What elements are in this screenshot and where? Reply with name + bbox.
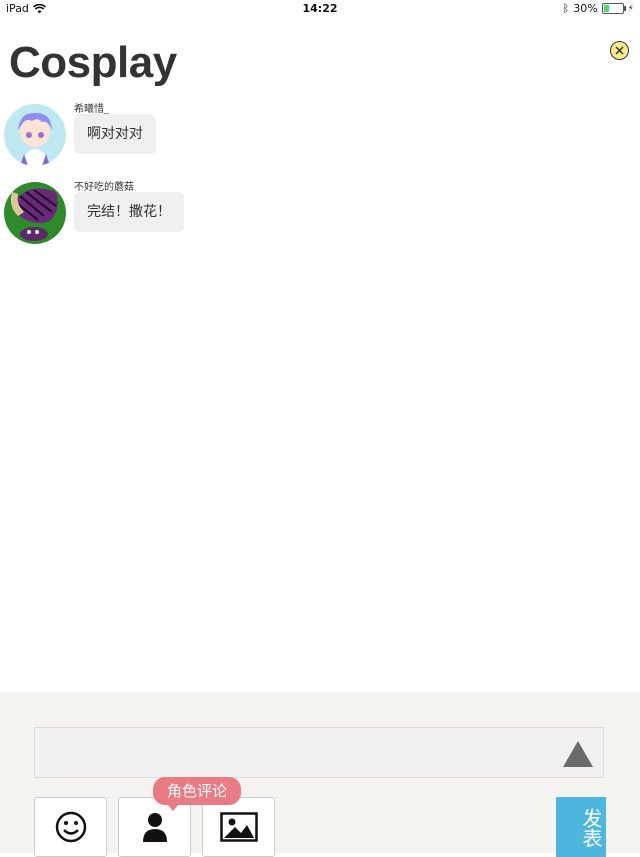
charging-icon: ⚡: [627, 3, 634, 14]
close-icon: [615, 46, 624, 55]
publish-button[interactable]: 发表: [556, 797, 606, 857]
message-bubble[interactable]: 啊对对对: [74, 114, 156, 154]
triangle-up-icon: [563, 741, 593, 767]
composer-panel: 角色评论 发表: [0, 692, 640, 857]
status-time: 14:22: [302, 2, 338, 15]
role-comment-tooltip: 角色评论: [153, 777, 242, 811]
bluetooth-icon: ᛒ: [562, 2, 570, 15]
role-comment-button[interactable]: [118, 797, 191, 857]
battery-percent: 30%: [573, 2, 598, 15]
comment-input[interactable]: [34, 727, 604, 778]
username: 希曦惜_: [74, 104, 109, 115]
image-icon: [219, 812, 258, 842]
emoji-button[interactable]: [34, 797, 107, 857]
battery-icon: [601, 3, 626, 14]
publish-label: 发表: [579, 808, 603, 848]
username: 不好吃的蘑菇: [74, 182, 134, 193]
avatar[interactable]: [4, 104, 66, 166]
avatar[interactable]: [4, 182, 66, 244]
image-button[interactable]: [202, 797, 275, 857]
close-button[interactable]: [610, 41, 629, 60]
status-bar: iPad 14:22 ᛒ 30% ⚡: [0, 0, 640, 18]
message-bubble[interactable]: 完结！撒花！: [74, 192, 184, 232]
expand-toggle-button[interactable]: [562, 740, 628, 772]
emoji-icon: [55, 811, 86, 843]
person-icon: [142, 813, 167, 842]
page-title: Cosplay: [9, 38, 177, 87]
